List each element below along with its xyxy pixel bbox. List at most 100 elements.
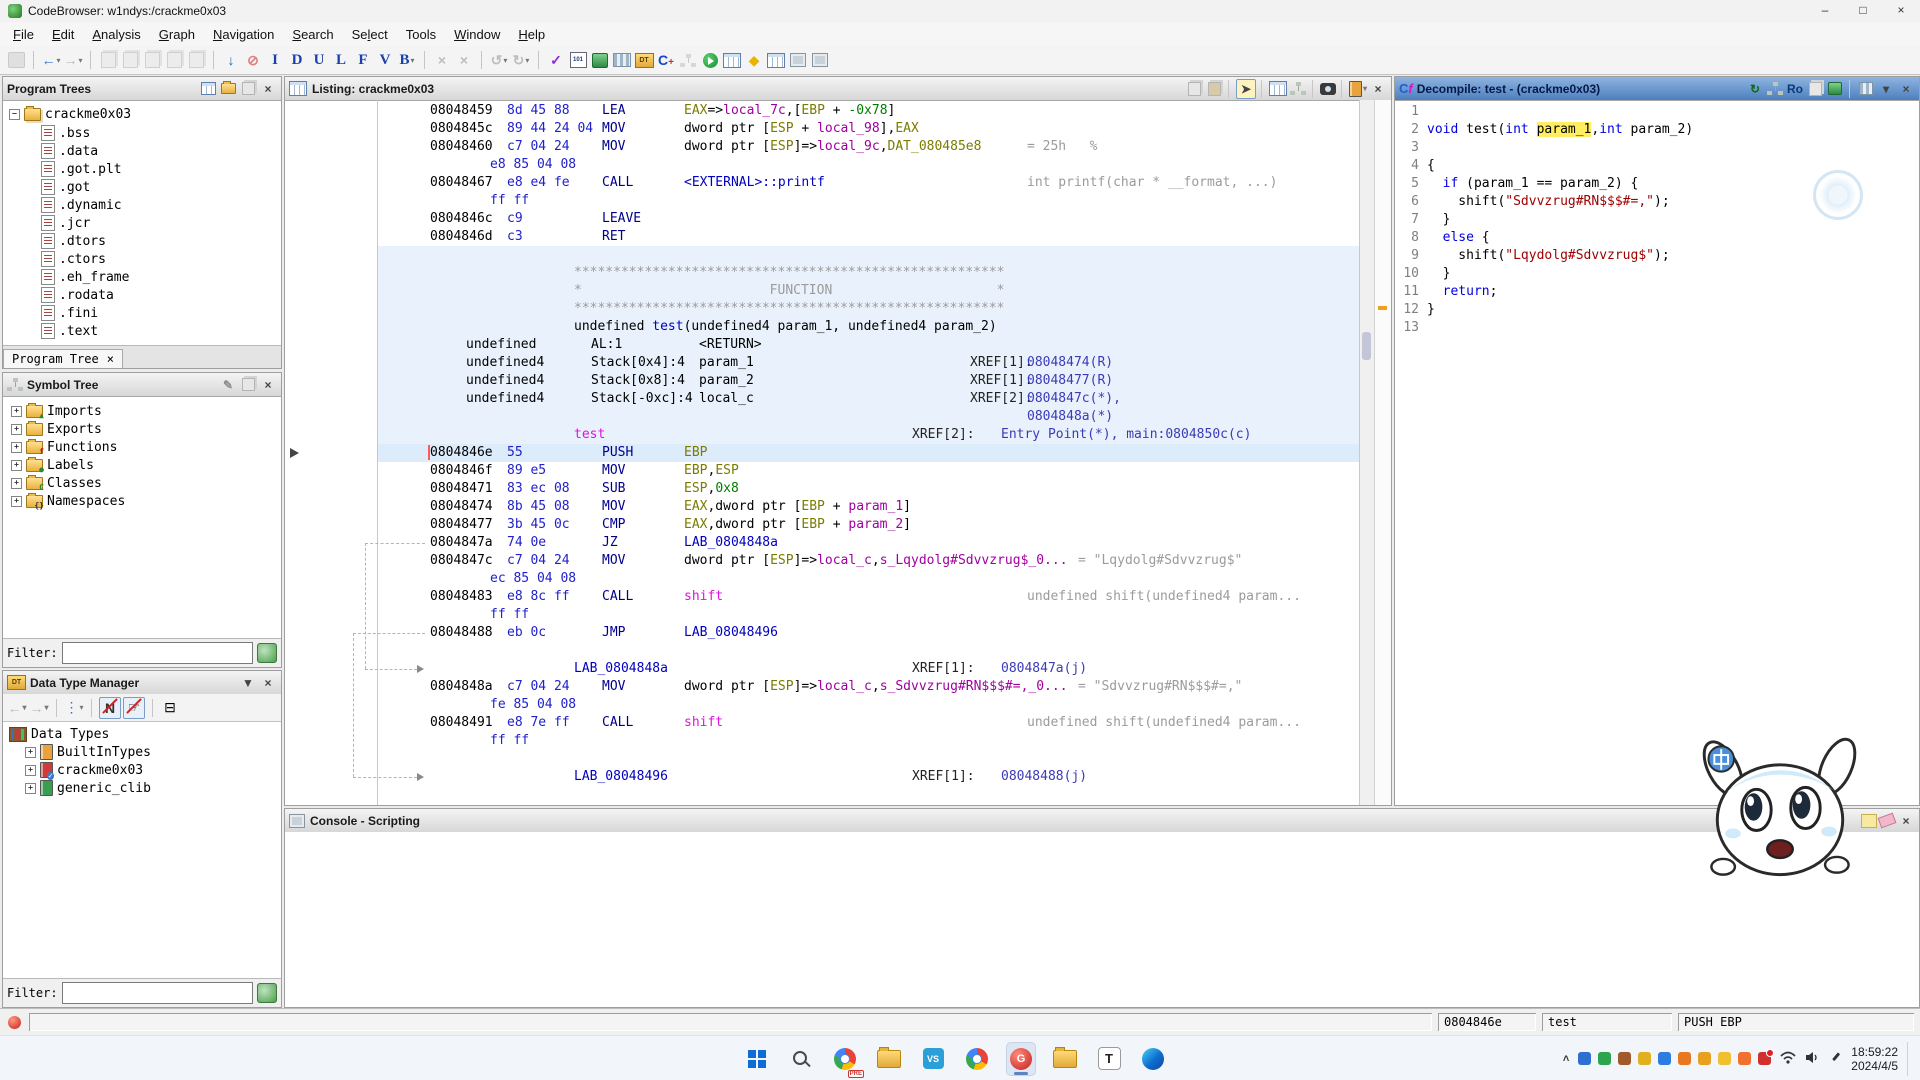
symbol-tree-item-classes[interactable]: +CClasses	[11, 474, 102, 492]
close-button[interactable]: ×	[1882, 0, 1920, 22]
show-desktop-button[interactable]	[1907, 1042, 1912, 1076]
cut-table-button[interactable]: ×	[432, 50, 452, 70]
undo-button[interactable]: ↺▾	[489, 50, 509, 70]
decompile-line[interactable]: 9 shift("Lqydolg#Sdvvzrug$");	[1395, 248, 1919, 266]
listing-row[interactable]: undefined4Stack[0x8]:4param_2XREF[1]:080…	[378, 372, 1359, 390]
decompile-line[interactable]: 5 if (param_1 == param_2) {	[1395, 176, 1919, 194]
search-button[interactable]	[786, 1042, 816, 1076]
back-button[interactable]: ←▾	[41, 50, 61, 70]
ro-badge[interactable]: Ro	[1786, 80, 1804, 98]
cursor-tracking-icon[interactable]: ➤	[1236, 79, 1256, 99]
define-d-button[interactable]: D	[287, 50, 307, 70]
filter-options-icon[interactable]	[257, 643, 277, 663]
snapshot-icon[interactable]	[239, 376, 257, 394]
tree-item-section[interactable]: .got.plt	[41, 160, 122, 178]
register-view-button[interactable]	[788, 50, 808, 70]
define-i-button[interactable]: I	[265, 50, 285, 70]
menu-select[interactable]: Select	[343, 24, 397, 45]
close-panel-icon[interactable]: ×	[259, 674, 277, 692]
dtm-menu-caret-icon[interactable]: ▼	[239, 674, 257, 692]
tree-item-section[interactable]: .data	[41, 142, 98, 160]
tray-expand-icon[interactable]: ˄	[1563, 1053, 1569, 1065]
tray-app-10-icon[interactable]	[1758, 1052, 1771, 1065]
clear-code-button[interactable]: ⊘	[243, 50, 263, 70]
taskbar-clock[interactable]: 18:59:22 2024/4/5	[1851, 1045, 1898, 1073]
menu-help[interactable]: Help	[509, 24, 554, 45]
decompile-line[interactable]: 1	[1395, 104, 1919, 122]
browser-pre-icon[interactable]: PRE	[830, 1042, 860, 1076]
snapshot-camera-icon[interactable]	[1320, 83, 1336, 95]
decompile-line[interactable]: 7 }	[1395, 212, 1919, 230]
tree-item-section[interactable]: .bss	[41, 124, 90, 142]
minimize-button[interactable]: –	[1806, 0, 1844, 22]
listing-row[interactable]: 08048491e8 7e ffCALLshiftundefined shift…	[378, 714, 1359, 732]
tree-item-section[interactable]: .dynamic	[41, 196, 122, 214]
close-panel-icon[interactable]: ×	[259, 376, 277, 394]
expander-icon[interactable]: +	[11, 460, 22, 471]
expander-icon[interactable]: +	[11, 424, 22, 435]
refresh-icon[interactable]: ↻	[1746, 80, 1764, 98]
console-output[interactable]	[285, 832, 1919, 1007]
file-explorer-icon[interactable]	[874, 1042, 904, 1076]
menu-file[interactable]: File	[4, 24, 43, 45]
listing-row[interactable]: 08048488eb 0cJMPLAB_08048496	[378, 624, 1359, 642]
listing-row[interactable]: e8 85 04 08	[378, 156, 1359, 174]
redo-button[interactable]: ↻▾	[511, 50, 531, 70]
listing-row[interactable]: ec 85 04 08	[378, 570, 1359, 588]
listing-row[interactable]: 0804848a(*)	[378, 408, 1359, 426]
pen-icon[interactable]	[1829, 1051, 1842, 1067]
listing-row[interactable]: ff ff	[378, 606, 1359, 624]
folder-icon[interactable]	[1050, 1042, 1080, 1076]
listing-row[interactable]: ff ff	[378, 192, 1359, 210]
dtm-filter-input[interactable]	[62, 982, 253, 1004]
dtm-item-builtintypes[interactable]: +BuiltInTypes	[25, 743, 151, 761]
binary-view-button[interactable]: 101	[568, 50, 588, 70]
listing-row[interactable]: 08048460c7 04 24MOVdword ptr [ESP]=>loca…	[378, 138, 1359, 156]
define-v-button[interactable]: V	[375, 50, 395, 70]
menu-window[interactable]: Window	[445, 24, 509, 45]
listing-row[interactable]: 08048483e8 8c ffCALLshiftundefined shift…	[378, 588, 1359, 606]
listing-book-icon[interactable]: ▾	[1349, 80, 1367, 98]
table-view-button[interactable]	[722, 50, 742, 70]
listing-row[interactable]	[378, 750, 1359, 768]
tree-item-section[interactable]: .dtors	[41, 232, 106, 250]
menu-graph[interactable]: Graph	[150, 24, 204, 45]
program-tree-tab[interactable]: Program Tree ×	[3, 349, 123, 368]
run-script-button[interactable]	[700, 50, 720, 70]
menu-caret-icon[interactable]: ▾	[1877, 80, 1895, 98]
tree-item-section[interactable]: .ctors	[41, 250, 106, 268]
listing-row[interactable]: 080484773b 45 0cCMPEAX,dword ptr [EBP + …	[378, 516, 1359, 534]
typora-icon[interactable]: T	[1094, 1042, 1124, 1076]
dtm-item-data-types[interactable]: Data Types	[9, 725, 109, 743]
listing-scrollbar[interactable]	[1359, 100, 1374, 805]
expander-icon[interactable]: +	[11, 496, 22, 507]
close-panel-icon[interactable]: ×	[1897, 812, 1915, 830]
merge-table-button[interactable]: ×	[454, 50, 474, 70]
listing-row[interactable]: undefined4Stack[0x4]:4param_1XREF[1]:080…	[378, 354, 1359, 372]
export-icon[interactable]	[1826, 80, 1844, 98]
decompile-line[interactable]: 6 shift("Sdvvzrug#RN$$$#=,");	[1395, 194, 1919, 212]
decompile-line[interactable]: 13	[1395, 320, 1919, 338]
listing-row[interactable]: testXREF[2]:Entry Point(*), main:0804850…	[378, 426, 1359, 444]
data-type-manager-button[interactable]: DT	[634, 50, 654, 70]
snapshot-icon[interactable]	[239, 80, 257, 98]
define-l-button[interactable]: L	[331, 50, 351, 70]
tree-item-section[interactable]: .fini	[41, 304, 98, 322]
symbol-tree-filter-input[interactable]	[62, 642, 253, 664]
define-f-button[interactable]: F	[353, 50, 373, 70]
close-panel-icon[interactable]: ×	[1369, 80, 1387, 98]
decompile-line[interactable]: 3	[1395, 140, 1919, 158]
listing-row[interactable]	[378, 246, 1359, 264]
listing-row[interactable]: 0804846e55PUSHEBP	[378, 444, 1359, 462]
properties-icon[interactable]	[1857, 80, 1875, 98]
listing-row[interactable]: LAB_0804848aXREF[1]:0804847a(j)	[378, 660, 1359, 678]
volume-icon[interactable]	[1805, 1051, 1820, 1067]
decompile-line[interactable]: 10 }	[1395, 266, 1919, 284]
expander-icon[interactable]: +	[11, 406, 22, 417]
close-panel-icon[interactable]: ×	[1897, 80, 1915, 98]
vscode-icon[interactable]: VS	[918, 1042, 948, 1076]
decompile-line[interactable]: 12}	[1395, 302, 1919, 320]
listing-row[interactable]: 0804846dc3RET	[378, 228, 1359, 246]
symbol-tree-item-functions[interactable]: +fFunctions	[11, 438, 117, 456]
expander-icon[interactable]: +	[25, 783, 36, 794]
